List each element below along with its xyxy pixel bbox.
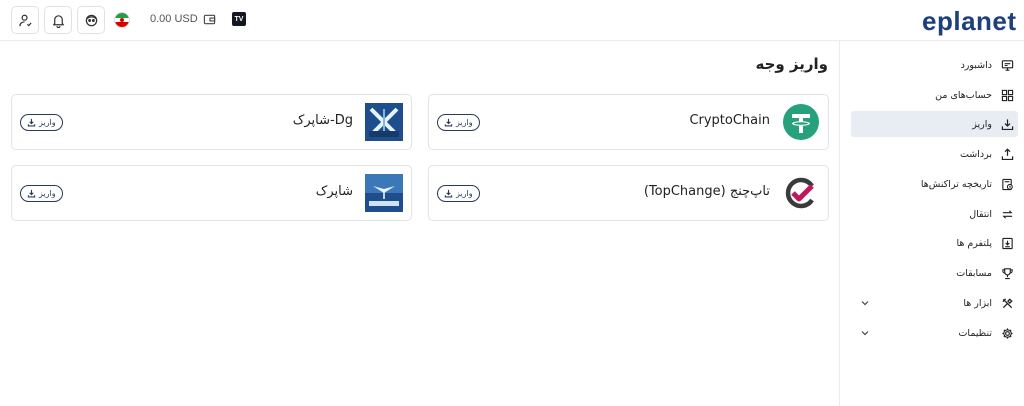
sidebar-item-deposit[interactable]: واریز — [851, 111, 1018, 137]
deposit-button[interactable]: واریز — [437, 185, 480, 202]
sidebar-item-label: مسابقات — [956, 267, 992, 279]
sidebar-item-label: برداشت — [959, 148, 992, 160]
download-icon — [27, 118, 36, 127]
deposit-icon — [998, 115, 1016, 133]
payment-method-name: Dg-شاپرک — [292, 113, 353, 128]
tradingview-icon[interactable]: TV — [232, 12, 246, 26]
deposit-button-label: واریز — [456, 189, 473, 198]
support-avatar-icon[interactable] — [77, 6, 105, 34]
sidebar-item-label: تنظیمات — [958, 327, 992, 339]
payment-method-card-cryptochain[interactable]: CryptoChain واریز — [428, 94, 829, 150]
top-bar: 0.00 USD TV eplanet — [0, 0, 1024, 41]
sidebar-item-label: پلتفرم ها — [956, 237, 992, 249]
tether-logo — [782, 103, 820, 141]
sidebar-item-tools[interactable]: ابزار ها — [851, 290, 1018, 316]
accounts-grid-icon — [998, 86, 1016, 104]
sidebar-item-settings[interactable]: تنظیمات — [851, 320, 1018, 346]
sidebar-item-withdraw[interactable]: برداشت — [851, 141, 1018, 167]
sidebar-item-competitions[interactable]: مسابقات — [851, 260, 1018, 286]
sidebar-item-label: انتقال — [969, 208, 992, 220]
sidebar-item-platforms[interactable]: پلتفرم ها — [851, 230, 1018, 256]
sidebar-item-label: واریز — [972, 118, 992, 130]
wallet-icon[interactable] — [203, 13, 216, 26]
sidebar-item-accounts[interactable]: حساب‌های من — [851, 82, 1018, 108]
sidebar-item-label: داشبورد — [960, 59, 992, 71]
sidebar-item-transfer[interactable]: انتقال — [851, 201, 1018, 227]
chevron-down-icon[interactable] — [859, 297, 871, 309]
page-title: واریز وجه — [755, 55, 828, 73]
sidebar-item-label: تاریخچه تراکنش‌ها — [920, 178, 992, 190]
sidebar-item-label: حساب‌های من — [935, 89, 992, 101]
balance-text: 0.00 USD — [150, 13, 198, 25]
download-icon — [27, 189, 36, 198]
deposit-button-label: واریز — [39, 189, 56, 198]
shaparak-logo — [365, 174, 403, 212]
withdraw-icon — [998, 145, 1016, 163]
deposit-button[interactable]: واریز — [20, 114, 63, 131]
tools-icon — [998, 294, 1016, 312]
payment-method-name: تاپ‌چنج (TopChange) — [643, 184, 770, 199]
topchange-logo — [782, 174, 820, 212]
deposit-button-label: واریز — [39, 118, 56, 127]
transfer-icon — [998, 205, 1016, 223]
chevron-down-icon[interactable] — [859, 327, 871, 339]
payment-method-card-shaparak[interactable]: شاپرک واریز — [11, 165, 412, 221]
payment-method-card-dg-shaparak[interactable]: Dg-شاپرک واریز — [11, 94, 412, 150]
trophy-icon — [998, 264, 1016, 282]
payment-method-name: CryptoChain — [689, 113, 770, 128]
history-icon — [998, 175, 1016, 193]
shaparak-logo — [365, 103, 403, 141]
sidebar: داشبورد حساب‌های من واریز برداشت تاریخچه… — [839, 41, 1024, 406]
deposit-button[interactable]: واریز — [20, 185, 63, 202]
deposit-button[interactable]: واریز — [437, 114, 480, 131]
bell-icon[interactable] — [44, 6, 72, 34]
settings-icon — [998, 324, 1016, 342]
platform-icon — [998, 234, 1016, 252]
iran-flag-icon[interactable] — [114, 12, 130, 28]
sidebar-item-label: ابزار ها — [963, 297, 992, 309]
payment-method-card-topchange[interactable]: تاپ‌چنج (TopChange) واریز — [428, 165, 829, 221]
download-icon — [444, 189, 453, 198]
eplanet-logo[interactable]: eplanet — [922, 6, 1017, 37]
sidebar-item-history[interactable]: تاریخچه تراکنش‌ها — [851, 171, 1018, 197]
download-icon — [444, 118, 453, 127]
sidebar-item-dashboard[interactable]: داشبورد — [851, 52, 1018, 78]
dashboard-icon — [998, 56, 1016, 74]
deposit-button-label: واریز — [456, 118, 473, 127]
user-icon[interactable] — [11, 6, 39, 34]
payment-method-name: شاپرک — [315, 184, 353, 199]
